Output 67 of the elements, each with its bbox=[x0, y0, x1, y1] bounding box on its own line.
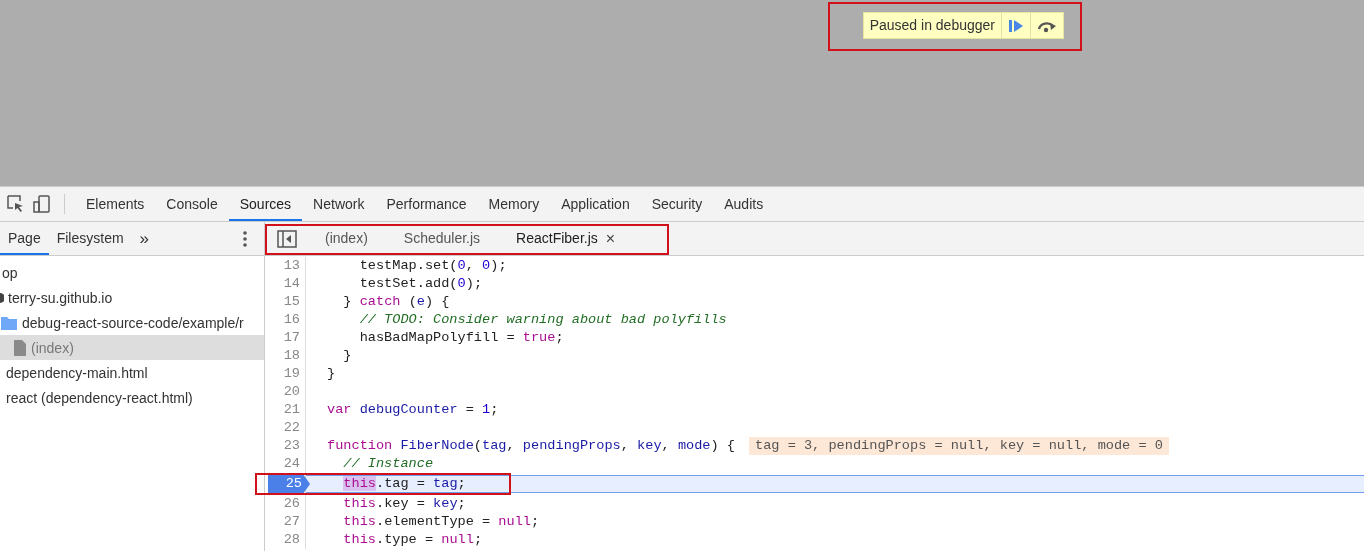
close-tab-button[interactable]: × bbox=[605, 222, 616, 253]
file-tab-label: Scheduler.js bbox=[403, 229, 481, 248]
line-number: 24 bbox=[283, 455, 301, 473]
line-number: 28 bbox=[283, 531, 301, 549]
line-number: 20 bbox=[283, 383, 301, 401]
panel-tab[interactable]: Performance bbox=[375, 187, 478, 221]
line-number: 23 bbox=[283, 437, 301, 455]
code-line: // Instance bbox=[342, 455, 434, 473]
line-number: 27 bbox=[283, 513, 301, 531]
tree-label: op bbox=[2, 264, 18, 281]
navigator-tab[interactable]: Filesystem bbox=[48, 222, 132, 255]
device-toggle-icon[interactable] bbox=[32, 194, 52, 214]
code-line: this.elementType = null; bbox=[342, 513, 540, 531]
code-line: function FiberNode(tag, pendingProps, key, mode) { bbox=[327, 437, 735, 455]
sidebar-toggle-icon[interactable] bbox=[277, 229, 297, 248]
line-number: 17 bbox=[283, 329, 301, 347]
code-line: this.type = null; bbox=[342, 531, 483, 549]
file-tab[interactable]: ReactFiber.js × bbox=[502, 222, 630, 255]
menu-icon[interactable] bbox=[242, 229, 248, 248]
panel-tab[interactable]: Console bbox=[155, 187, 229, 221]
inline-values: tag = 3, pendingProps = null, key = null, mode = 0 bbox=[749, 437, 1169, 455]
tree-label: dependency-main.html bbox=[6, 364, 148, 381]
tree-item[interactable]: debug-react-source-code/example/r bbox=[0, 310, 264, 335]
code-line: this.tag = tag; bbox=[342, 475, 466, 493]
code-line: var debugCounter = 1; bbox=[327, 401, 499, 419]
line-number: 22 bbox=[283, 419, 301, 437]
tree-item[interactable]: react (dependency-react.html) bbox=[0, 385, 264, 410]
code-line: } bbox=[342, 347, 352, 365]
tree-label: (index) bbox=[31, 339, 74, 356]
tree-label: debug-react-source-code/example/r bbox=[22, 314, 244, 331]
tree-label: terry-su.github.io bbox=[8, 289, 113, 306]
execution-line-number: 25 bbox=[268, 475, 310, 493]
line-number: 21 bbox=[283, 401, 301, 419]
line-number: 15 bbox=[283, 293, 301, 311]
tree-item[interactable]: dependency-main.html bbox=[0, 360, 264, 385]
more-tabs-button[interactable]: » bbox=[131, 228, 158, 249]
line-number: 13 bbox=[283, 257, 301, 275]
panel-tab[interactable]: Application bbox=[550, 187, 641, 221]
line-number: 19 bbox=[283, 365, 301, 383]
file-icon bbox=[13, 338, 27, 357]
panel-tab[interactable]: Security bbox=[640, 187, 714, 221]
tree-item[interactable]: op bbox=[0, 260, 264, 285]
paused-message: Paused in debugger bbox=[868, 16, 996, 35]
line-number: 18 bbox=[283, 347, 301, 365]
panel-tab[interactable]: Memory bbox=[477, 187, 551, 221]
line-number: 14 bbox=[283, 275, 301, 293]
code-line: this.key = key; bbox=[342, 495, 466, 513]
panel-tab[interactable]: Network bbox=[302, 187, 376, 221]
line-number: 26 bbox=[283, 495, 301, 513]
code-line: } bbox=[327, 365, 336, 383]
panel-tab[interactable]: Audits bbox=[713, 187, 775, 221]
tree-item[interactable]: terry-su.github.io bbox=[0, 285, 264, 310]
panel-tab[interactable]: Elements bbox=[75, 187, 156, 221]
file-tab-label: (index) bbox=[325, 229, 368, 248]
file-tab[interactable]: (index) bbox=[311, 222, 382, 255]
code-line: testMap.set(0, 0); bbox=[358, 257, 507, 275]
resume-icon bbox=[1007, 17, 1025, 34]
navigator-tab[interactable]: Page bbox=[0, 222, 49, 255]
file-tab[interactable]: Scheduler.js bbox=[389, 222, 495, 255]
file-tab-label: ReactFiber.js bbox=[516, 229, 598, 248]
code-line: testSet.add(0); bbox=[358, 275, 483, 293]
tree-label: react (dependency-react.html) bbox=[6, 389, 193, 406]
folder-icon bbox=[0, 314, 18, 331]
code-line: hasBadMapPolyfill = true; bbox=[358, 329, 564, 347]
code-line: } catch (e) { bbox=[342, 293, 450, 311]
line-number: 16 bbox=[283, 311, 301, 329]
code-line: // TODO: Consider warning about bad polyfills bbox=[358, 311, 727, 329]
